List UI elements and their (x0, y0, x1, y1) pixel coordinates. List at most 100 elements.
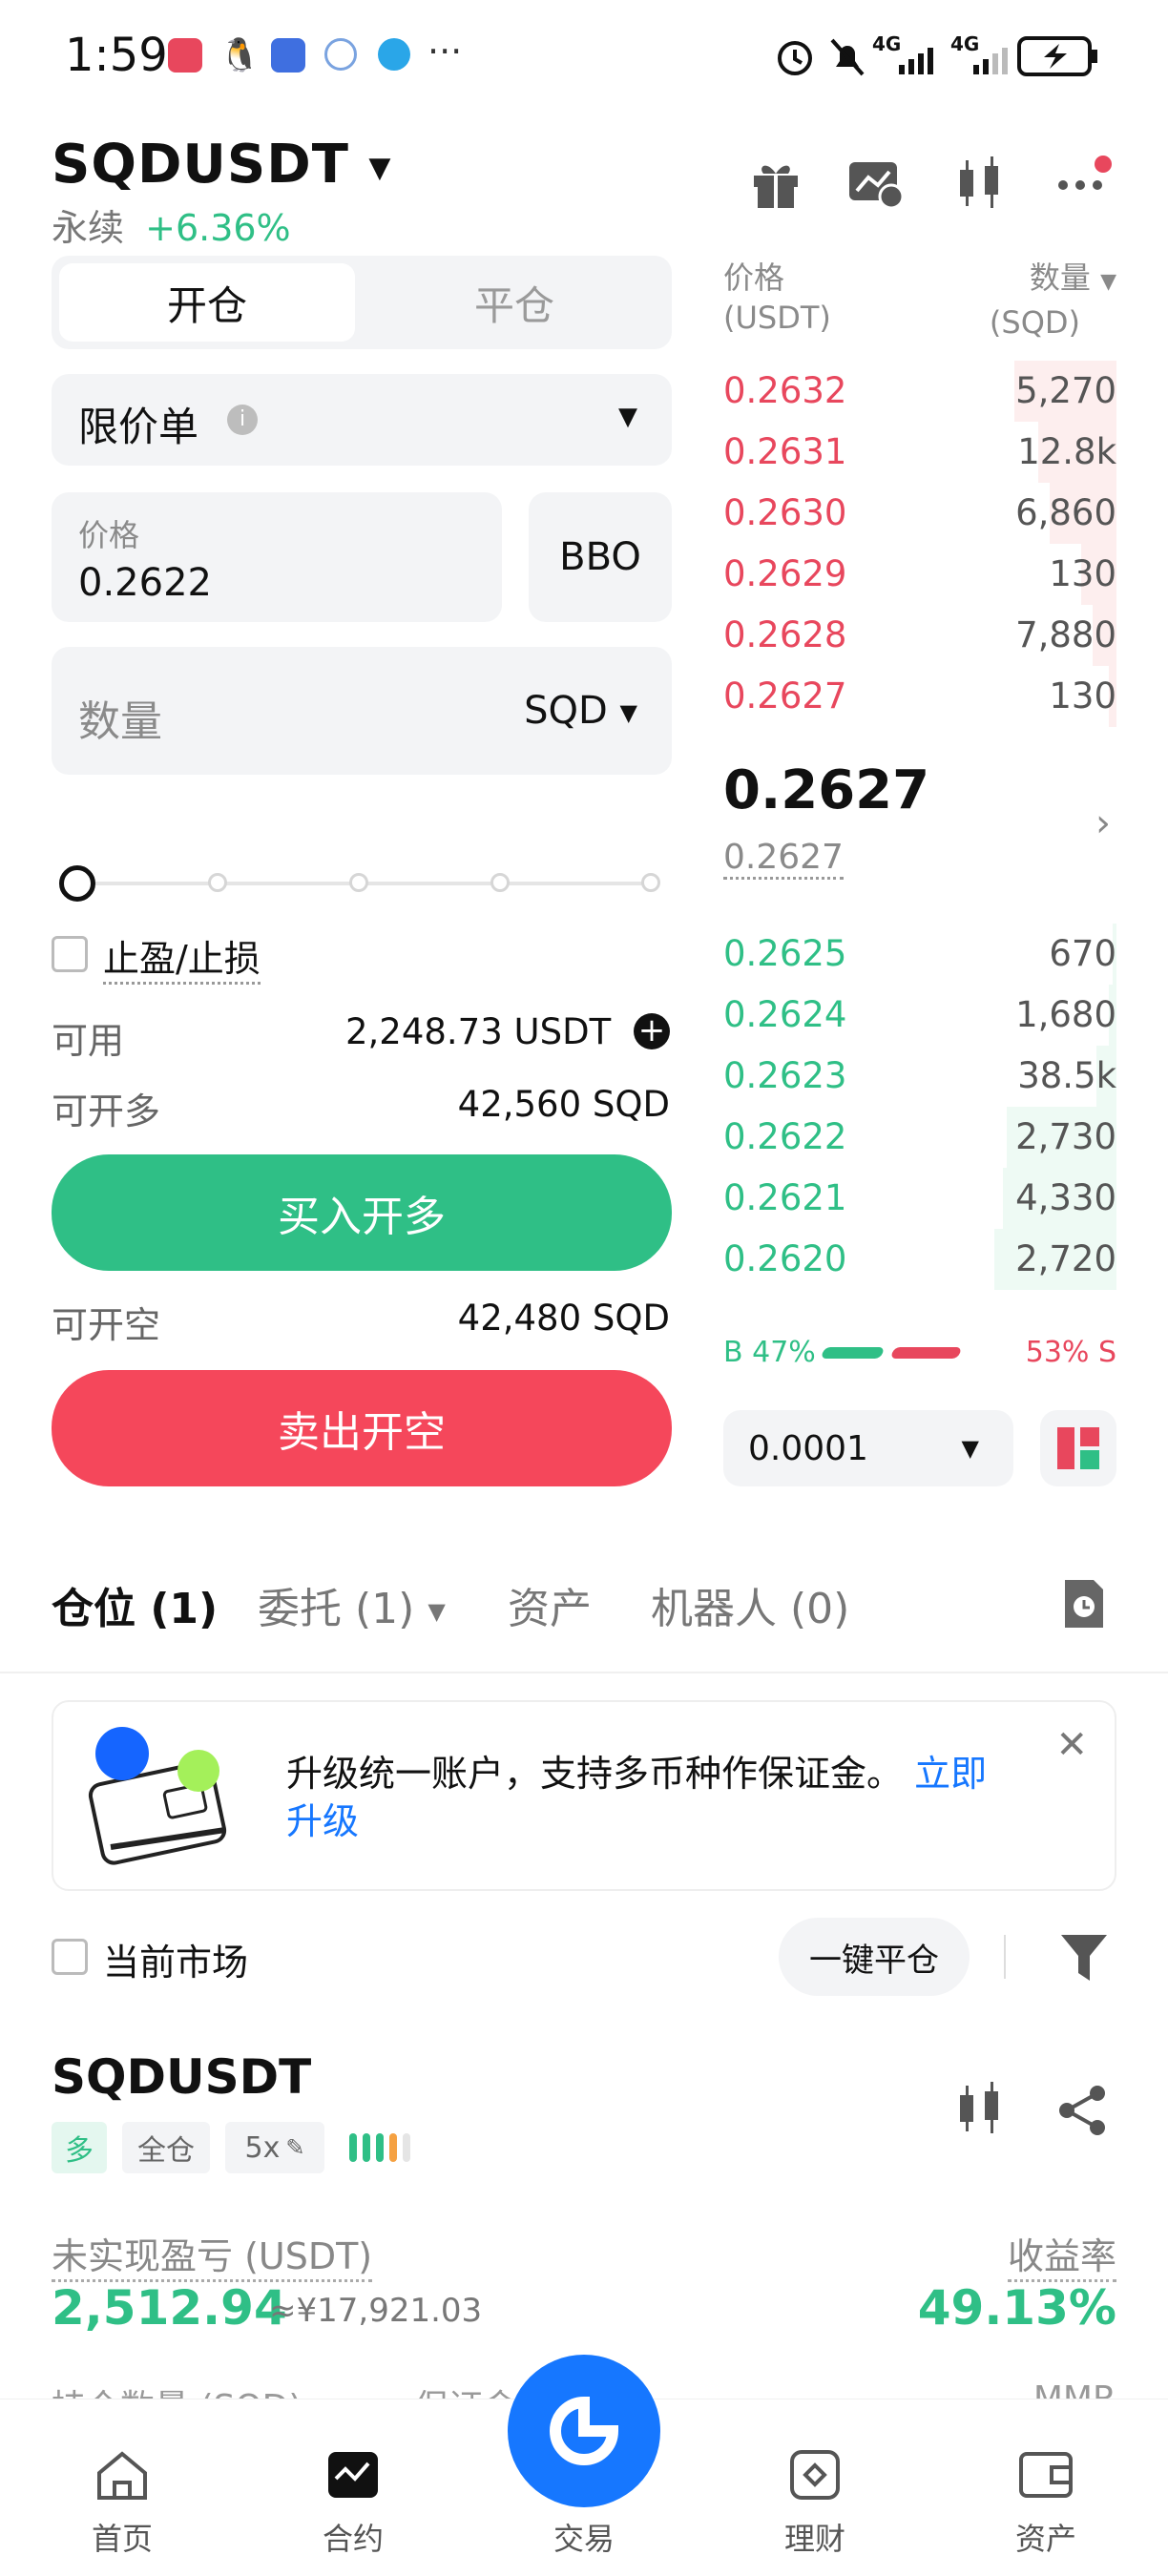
order-price: 0.2620 (723, 1238, 847, 1279)
close-all-button[interactable]: 一键平仓 (779, 1918, 970, 1996)
tab-open[interactable]: 开仓 (59, 263, 355, 342)
mark-price[interactable]: 0.2627 (723, 838, 844, 880)
candlestick-icon[interactable] (954, 155, 1006, 212)
leverage-tag[interactable]: 5x ✎ (225, 2122, 324, 2173)
current-market-checkbox[interactable] (52, 1939, 88, 1975)
upgrade-link[interactable]: 立即 (914, 1753, 987, 1795)
slider-tick-75[interactable] (490, 873, 510, 892)
info-icon[interactable]: i (227, 405, 258, 435)
open-close-tabs: 开仓 平仓 (52, 256, 672, 349)
chart-settings-icon[interactable] (847, 158, 905, 210)
qq-icon: 🐧 (219, 36, 261, 74)
history-icon[interactable] (1059, 1578, 1107, 1630)
cloud-icon (324, 38, 357, 71)
position-symbol[interactable]: SQDUSDT (52, 2049, 311, 2105)
sell-short-button[interactable]: 卖出开空 (52, 1370, 672, 1486)
order-quantity: 4,330 (1015, 1177, 1116, 1218)
tp-sl-label[interactable]: 止盈/止损 (103, 929, 261, 985)
order-quantity: 1,680 (1015, 994, 1116, 1035)
can-long-label: 可开多 (52, 1091, 161, 1132)
can-short-label: 可开空 (52, 1304, 161, 1346)
order-quantity: 38.5k (1017, 1055, 1116, 1096)
trade-icon (550, 2396, 619, 2465)
nav-futures[interactable]: 合约 (277, 2448, 429, 2559)
pair-symbol[interactable]: SQDUSDT ▼ (52, 134, 392, 196)
close-icon[interactable]: ✕ (1055, 1723, 1088, 1767)
pnl-value: 2,512.94 (52, 2280, 287, 2336)
price-input[interactable]: 价格 0.2622 (52, 492, 502, 622)
huawei-app-icon (168, 38, 202, 73)
filter-icon[interactable] (1059, 1931, 1109, 1983)
order-book-row[interactable]: 0.2628 7,880 (723, 605, 1116, 666)
precision-select[interactable]: 0.0001 ▼ (723, 1410, 1013, 1486)
ob-price-header: 价格 (USDT) (723, 260, 831, 336)
upgrade-banner[interactable]: 升级统一账户，支持多币种作保证金。 立即 升级 ✕ (52, 1700, 1116, 1891)
buy-ratio-label: B 47% (723, 1336, 816, 1369)
quantity-input[interactable]: 数量 SQD ▼ (52, 647, 672, 775)
order-book-row[interactable]: 0.2627 130 (723, 666, 1116, 727)
share-icon[interactable] (1055, 2084, 1109, 2137)
order-book-row[interactable]: 0.2624 1,680 (723, 985, 1116, 1046)
order-quantity: 7,880 (1015, 614, 1116, 655)
add-funds-icon[interactable]: + (634, 1013, 670, 1049)
order-quantity: 130 (1049, 553, 1116, 594)
order-type-select[interactable]: 限价单 i ▼ (52, 374, 672, 466)
chevron-down-icon: ▼ (368, 151, 392, 185)
nav-assets-label: 资产 (1014, 2521, 1076, 2557)
quantity-placeholder: 数量 (78, 697, 162, 746)
book-layout-button[interactable] (1040, 1410, 1116, 1486)
home-icon (97, 2451, 147, 2500)
order-price: 0.2621 (723, 1177, 847, 1218)
quantity-unit-select[interactable]: SQD ▼ (524, 689, 637, 733)
order-price: 0.2624 (723, 994, 847, 1035)
price-change: +6.36% (145, 207, 291, 249)
nav-assets[interactable]: 资产 (970, 2448, 1122, 2559)
banner-text: 升级统一账户，支持多币种作保证金。 立即 升级 (286, 1753, 988, 1842)
tab-assets[interactable]: 资产 (508, 1574, 592, 1635)
ob-qty-header[interactable]: 数量 ▼ (SQD) (990, 258, 1116, 343)
order-book-row[interactable]: 0.2621 4,330 (723, 1168, 1116, 1229)
more-icon[interactable] (1055, 153, 1113, 200)
bbo-button[interactable]: BBO (529, 492, 672, 622)
candlestick-icon[interactable] (954, 2080, 1006, 2137)
order-book-row[interactable]: 0.2632 5,270 (723, 361, 1116, 422)
nav-earn[interactable]: 理财 (739, 2448, 891, 2559)
signal-icon (899, 48, 933, 74)
wallet-icon (1019, 2452, 1073, 2498)
tab-positions[interactable]: 仓位 (1) (52, 1574, 218, 1635)
book-layout-icon (1057, 1427, 1099, 1469)
order-book-row[interactable]: 0.2623 38.5k (723, 1046, 1116, 1107)
slider-tick-50[interactable] (349, 873, 368, 892)
tp-sl-checkbox[interactable] (52, 936, 88, 972)
order-book-row[interactable]: 0.2630 6,860 (723, 483, 1116, 544)
side-tag: 多 (52, 2122, 107, 2173)
pnl-label[interactable]: 未实现盈亏 (USDT) (52, 2227, 373, 2282)
nav-trade-label: 交易 (553, 2521, 615, 2557)
order-price: 0.2631 (723, 431, 847, 472)
alarm-icon (778, 41, 812, 75)
upgrade-link-2[interactable]: 升级 (286, 1800, 359, 1842)
chevron-down-icon: ▼ (618, 403, 637, 431)
slider-tick-25[interactable] (208, 873, 227, 892)
quantity-slider-handle[interactable] (59, 865, 95, 902)
nav-home[interactable]: 首页 (46, 2448, 198, 2559)
tab-orders[interactable]: 委托 (1) ▼ (258, 1574, 446, 1635)
order-book-row[interactable]: 0.2620 2,720 (723, 1229, 1116, 1290)
order-quantity: 12.8k (1017, 431, 1116, 472)
nav-trade-button[interactable] (508, 2355, 660, 2507)
order-quantity: 2,730 (1015, 1116, 1116, 1157)
roe-label[interactable]: 收益率 (1007, 2227, 1116, 2282)
chevron-down-icon: ▼ (428, 1598, 446, 1625)
slider-tick-100[interactable] (641, 873, 660, 892)
order-book-row[interactable]: 0.2631 12.8k (723, 422, 1116, 483)
order-book-row[interactable]: 0.2622 2,730 (723, 1107, 1116, 1168)
order-book-row[interactable]: 0.2629 130 (723, 544, 1116, 605)
chevron-right-icon[interactable]: › (1095, 801, 1111, 845)
order-book-row[interactable]: 0.2625 670 (723, 924, 1116, 985)
nav-trade-label-wrap: 交易 (508, 2515, 660, 2559)
gift-icon[interactable] (750, 158, 802, 210)
buy-long-button[interactable]: 买入开多 (52, 1154, 672, 1271)
tab-bots[interactable]: 机器人 (0) (651, 1574, 849, 1635)
contract-type: 永续 (52, 207, 125, 249)
tab-close[interactable]: 平仓 (366, 263, 662, 342)
